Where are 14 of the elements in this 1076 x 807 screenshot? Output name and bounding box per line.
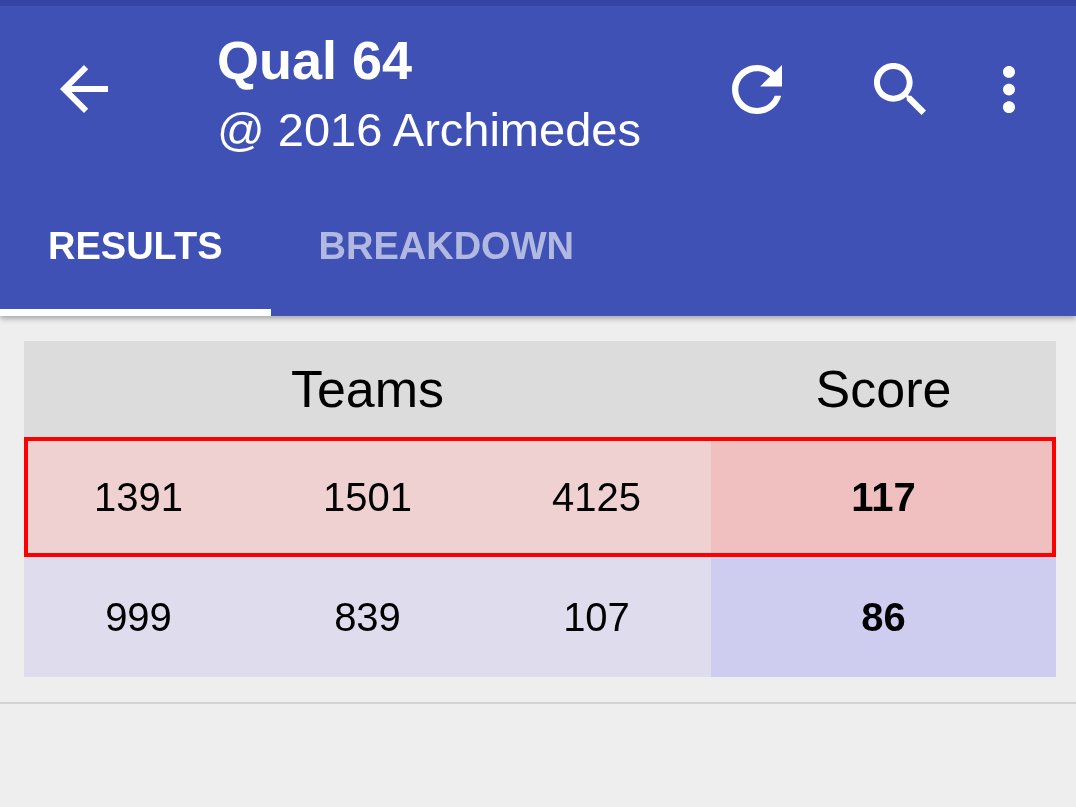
search-icon[interactable] xyxy=(874,63,926,115)
table-cell: 839 xyxy=(253,557,482,677)
refresh-icon[interactable] xyxy=(732,65,782,114)
tab[interactable]: RESULTS xyxy=(0,196,271,316)
table-cell: 999 xyxy=(24,557,253,677)
screen-title: Qual 64 xyxy=(217,30,414,90)
column-header: Score xyxy=(711,341,1056,437)
vertical-dots-icon[interactable] xyxy=(1003,66,1015,113)
column-header: Teams xyxy=(24,341,711,437)
arrow-left-icon[interactable] xyxy=(60,65,108,113)
screen-subtitle: @ 2016 Archimedes xyxy=(217,103,641,157)
tab[interactable]: BREAKDOWN xyxy=(270,196,622,316)
score-cell: 86 xyxy=(711,557,1056,677)
table-cell: 107 xyxy=(482,557,711,677)
